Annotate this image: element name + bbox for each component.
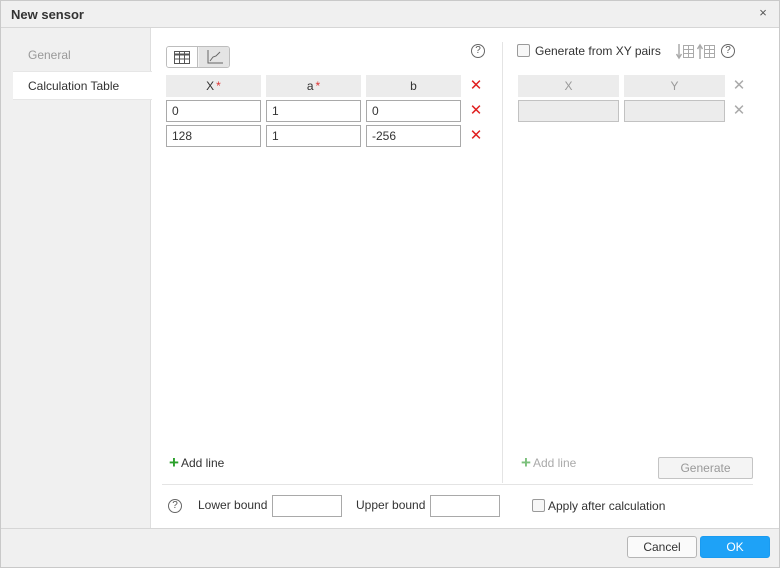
generate-from-xy-label: Generate from XY pairs <box>535 44 661 58</box>
sort-icons <box>676 43 716 61</box>
calculation-table-panel: ? X * a * b ✕ 0 1 0 ✕ 128 1 -256 ✕ + Add l… <box>152 28 779 528</box>
table-view-button[interactable] <box>167 47 198 67</box>
chart-view-button[interactable] <box>199 47 229 67</box>
column-header-a-label: a <box>306 79 314 93</box>
title-bar: New sensor × <box>1 1 779 28</box>
upper-bound-label: Upper bound <box>356 498 426 512</box>
xy-row-1-y-input <box>624 100 725 122</box>
tab-general[interactable]: General <box>13 41 151 70</box>
dialog-title: New sensor <box>11 7 84 22</box>
delete-all-rows-icon[interactable]: ✕ <box>469 78 483 93</box>
column-header-b-label: b <box>410 79 417 93</box>
close-icon[interactable]: × <box>756 6 770 20</box>
generate-from-xy-checkbox[interactable] <box>517 44 530 57</box>
add-line-label: Add line <box>180 456 225 470</box>
column-header-x: X * <box>166 75 261 97</box>
bounds-divider <box>162 484 753 485</box>
sort-down-icon[interactable] <box>676 43 695 60</box>
table-icon <box>174 50 190 64</box>
apply-after-calculation-label: Apply after calculation <box>548 499 666 513</box>
upper-bound-input[interactable] <box>430 495 500 517</box>
delete-row-1-icon[interactable]: ✕ <box>469 103 483 118</box>
lower-bound-input[interactable] <box>272 495 342 517</box>
xy-pairs-help-icon[interactable]: ? <box>721 44 735 58</box>
xy-column-header-y: Y <box>624 75 725 97</box>
xy-delete-row-1-icon: ✕ <box>732 102 746 119</box>
row-2-a-input[interactable]: 1 <box>266 125 361 147</box>
view-toggle <box>166 46 230 68</box>
plus-icon: + <box>521 453 531 472</box>
sort-up-icon[interactable] <box>697 43 716 60</box>
row-1-a-input[interactable]: 1 <box>266 100 361 122</box>
bounds-help-icon[interactable]: ? <box>168 499 182 513</box>
row-2-b-input[interactable]: -256 <box>366 125 461 147</box>
xy-column-header-x: X <box>518 75 619 97</box>
required-mark: * <box>315 79 321 93</box>
add-line-button[interactable]: + Add line <box>169 453 225 472</box>
cancel-button[interactable]: Cancel <box>627 536 697 558</box>
xy-add-line-label: Add line <box>532 456 577 470</box>
apply-after-calculation-checkbox[interactable] <box>532 499 545 512</box>
delete-row-2-icon[interactable]: ✕ <box>469 128 483 143</box>
row-2-x-input[interactable]: 128 <box>166 125 261 147</box>
column-header-a: a * <box>266 75 361 97</box>
column-header-b: b <box>366 75 461 97</box>
required-mark: * <box>216 79 221 93</box>
generate-button: Generate <box>658 457 753 479</box>
row-1-x-input[interactable]: 0 <box>166 100 261 122</box>
column-header-x-label: X <box>206 79 215 93</box>
xy-add-line-button: + Add line <box>521 453 577 472</box>
ok-button[interactable]: OK <box>700 536 770 558</box>
dialog-footer: Cancel OK <box>1 528 779 567</box>
lower-bound-label: Lower bound <box>198 498 268 512</box>
new-sensor-dialog: New sensor × General Calculation Table ?… <box>0 0 780 568</box>
tab-calculation-table[interactable]: Calculation Table <box>13 71 152 100</box>
panel-divider <box>502 42 503 483</box>
xy-row-1-x-input <box>518 100 619 122</box>
row-1-b-input[interactable]: 0 <box>366 100 461 122</box>
sidebar: General Calculation Table <box>1 28 152 528</box>
calc-table-help-icon[interactable]: ? <box>471 44 485 58</box>
plus-icon: + <box>169 453 179 472</box>
xy-delete-all-icon: ✕ <box>732 77 746 94</box>
line-chart-icon <box>207 50 223 64</box>
